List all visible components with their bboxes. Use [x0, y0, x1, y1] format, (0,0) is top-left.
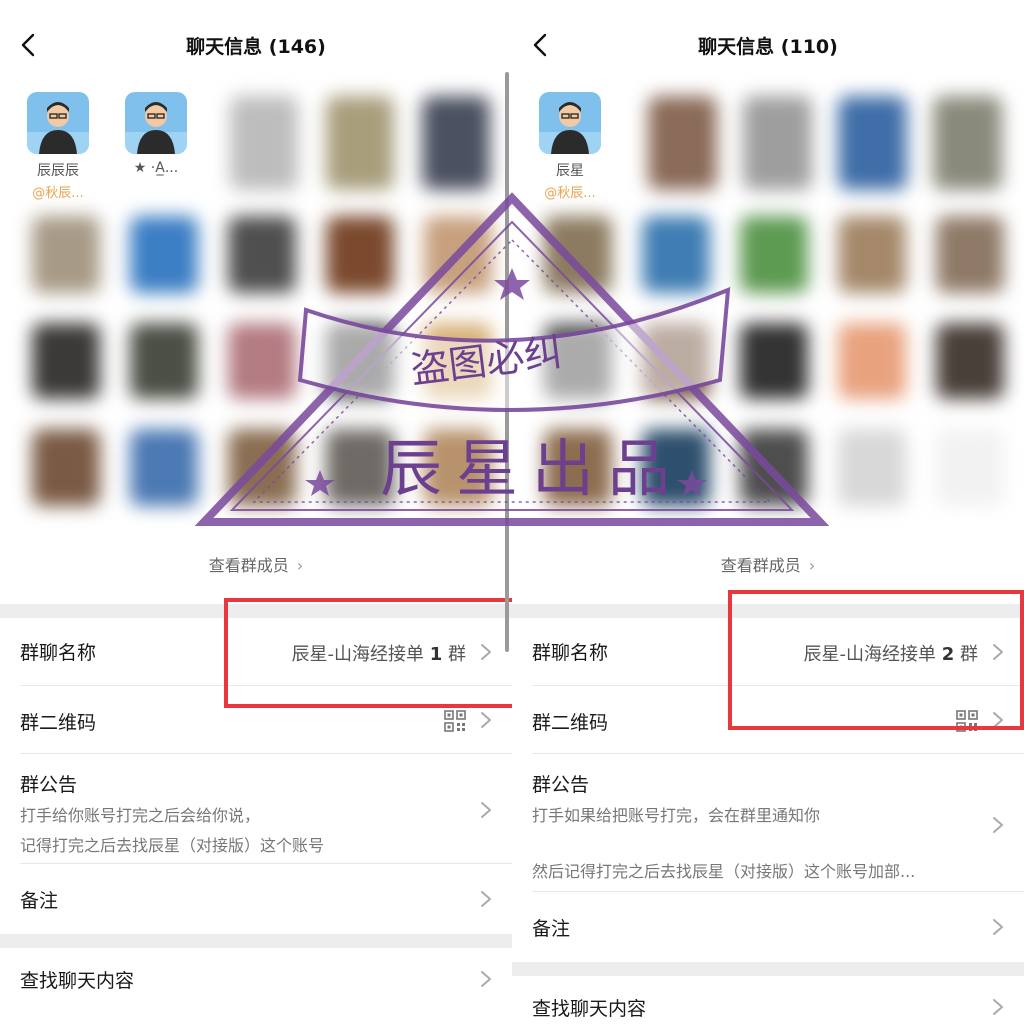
search-chat-row[interactable]: 查找聊天内容 — [512, 976, 1024, 1024]
group-notice-row[interactable]: 群公告 打手如果给把账号打完，会在群里通知你 然后记得打完之后去找辰星（对接版）… — [512, 754, 1024, 892]
group-name-label: 群聊名称 — [532, 642, 609, 664]
view-members-label: 查看群成员 — [208, 556, 289, 575]
chevron-right-icon — [480, 970, 492, 988]
qr-code-label: 群二维码 — [20, 712, 97, 734]
section-divider — [512, 962, 1024, 976]
member-name: 辰星 — [556, 163, 584, 179]
view-members-link[interactable]: 查看群成员 › — [0, 552, 512, 576]
highlight-box — [728, 590, 1024, 730]
chevron-right-icon: › — [296, 556, 304, 575]
section-divider — [0, 934, 512, 948]
page-title: 聊天信息 (110) — [698, 36, 838, 58]
view-members-label: 查看群成员 — [720, 556, 801, 575]
chevron-right-icon: › — [808, 556, 816, 575]
search-chat-label: 查找聊天内容 — [20, 970, 135, 992]
page-title: 聊天信息 (146) — [186, 36, 326, 58]
blurred-members — [22, 206, 502, 516]
member-item[interactable]: 辰星 @秋辰... — [530, 92, 610, 201]
member-grid: 辰辰辰 @秋辰... ★ ·A̲... — [0, 88, 512, 528]
group-notice-label: 群公告 — [532, 774, 590, 796]
chat-info-panel-left: 聊天信息 (146) 辰辰辰 @秋辰... ★ ·A̲... 查看群成员 › 群… — [0, 0, 512, 1024]
member-grid: 辰星 @秋辰... — [512, 88, 1024, 528]
nav-bar: 聊天信息 (146) — [0, 0, 512, 88]
chat-info-panel-right: 聊天信息 (110) 辰星 @秋辰... 查看群成员 › 群聊名称 辰星-山海经… — [512, 0, 1024, 1024]
member-item[interactable]: ★ ·A̲... — [116, 92, 196, 176]
group-name-label: 群聊名称 — [20, 642, 97, 664]
member-mention: @秋辰... — [544, 186, 596, 201]
group-notice-line: 打手给你账号打完之后会给你说， — [20, 806, 261, 825]
remark-row[interactable]: 备注 — [512, 892, 1024, 962]
group-notice-label: 群公告 — [20, 774, 78, 796]
chevron-right-icon — [992, 998, 1004, 1016]
remark-row[interactable]: 备注 — [0, 864, 512, 934]
avatar — [27, 92, 89, 154]
group-notice-row[interactable]: 群公告 打手给你账号打完之后会给你说， 记得打完之后去找辰星（对接版）这个账号 — [0, 754, 512, 864]
member-item[interactable]: 辰辰辰 @秋辰... — [18, 92, 98, 201]
chevron-right-icon — [992, 918, 1004, 936]
blurred-members — [220, 88, 500, 198]
chevron-right-icon — [480, 890, 492, 908]
avatar — [539, 92, 601, 154]
chevron-right-icon — [480, 801, 492, 819]
member-mention: @秋辰... — [32, 186, 84, 201]
search-chat-label: 查找聊天内容 — [532, 998, 647, 1020]
group-notice-line: 打手如果给把账号打完，会在群里通知你 — [532, 806, 821, 825]
blurred-members — [638, 88, 1012, 198]
blurred-members — [534, 206, 1014, 516]
highlight-box — [224, 598, 512, 708]
qr-code-label: 群二维码 — [532, 712, 609, 734]
scrollbar[interactable] — [505, 72, 509, 652]
chevron-right-icon — [992, 816, 1004, 834]
search-chat-row[interactable]: 查找聊天内容 — [0, 948, 512, 1010]
group-notice-line: 然后记得打完之后去找辰星（对接版）这个账号加部... — [532, 862, 916, 881]
remark-label: 备注 — [20, 890, 59, 912]
member-name: 辰辰辰 — [37, 163, 79, 179]
nav-bar: 聊天信息 (110) — [512, 0, 1024, 88]
chevron-right-icon — [480, 711, 492, 729]
avatar — [125, 92, 187, 154]
group-notice-line: 记得打完之后去找辰星（对接版）这个账号 — [20, 836, 325, 855]
view-members-link[interactable]: 查看群成员 › — [512, 552, 1024, 576]
qr-code-icon — [444, 710, 466, 732]
remark-label: 备注 — [532, 918, 571, 940]
member-name: ★ ·A̲... — [133, 160, 179, 176]
